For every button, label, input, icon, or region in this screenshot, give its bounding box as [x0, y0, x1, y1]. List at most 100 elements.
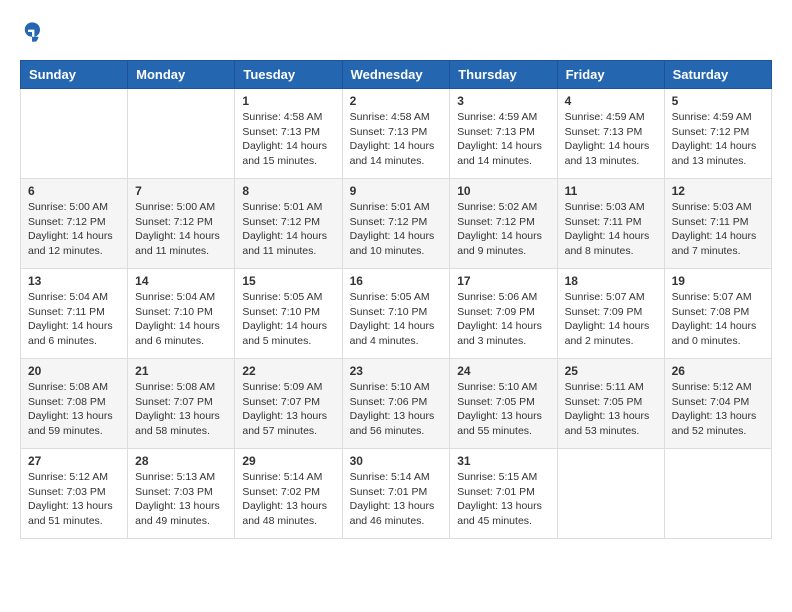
calendar-cell: 20 Sunrise: 5:08 AM Sunset: 7:08 PM Dayli… — [21, 359, 128, 449]
calendar-cell: 24Sunrise: 5:10 AM Sunset: 7:05 PM Dayli… — [450, 359, 557, 449]
calendar-cell — [664, 449, 771, 539]
cell-content: Sunrise: 5:14 AM Sunset: 7:01 PM Dayligh… — [350, 470, 443, 529]
week-row-4: 20 Sunrise: 5:08 AM Sunset: 7:08 PM Dayli… — [21, 359, 772, 449]
day-header-sunday: Sunday — [21, 61, 128, 89]
day-number: 18 — [565, 274, 657, 288]
calendar-cell: 18 Sunrise: 5:07 AM Sunset: 7:09 PM Dayli… — [557, 269, 664, 359]
cell-content: Sunrise: 5:00 AM Sunset: 7:12 PM Dayligh… — [28, 200, 120, 259]
day-number: 13 — [28, 274, 120, 288]
cell-content: Sunrise: 5:09 AM Sunset: 7:07 PM Dayligh… — [242, 380, 334, 439]
calendar-header: SundayMondayTuesdayWednesdayThursdayFrid… — [21, 61, 772, 89]
cell-content: Sunrise: 5:04 AM Sunset: 7:11 PM Dayligh… — [28, 290, 120, 349]
day-number: 11 — [565, 184, 657, 198]
calendar-cell: 5 Sunrise: 4:59 AM Sunset: 7:12 PM Daylig… — [664, 89, 771, 179]
calendar-cell: 10 Sunrise: 5:02 AM Sunset: 7:12 PM Dayli… — [450, 179, 557, 269]
cell-content: Sunrise: 5:05 AM Sunset: 7:10 PM Dayligh… — [242, 290, 334, 349]
day-number: 21 — [135, 364, 227, 378]
day-number: 28 — [135, 454, 227, 468]
day-number: 9 — [350, 184, 443, 198]
day-number: 29 — [242, 454, 334, 468]
calendar-cell: 30 Sunrise: 5:14 AM Sunset: 7:01 PM Dayli… — [342, 449, 450, 539]
calendar-cell: 27Sunrise: 5:12 AM Sunset: 7:03 PM Dayli… — [21, 449, 128, 539]
week-row-1: 1 Sunrise: 4:58 AM Sunset: 7:13 PM Daylig… — [21, 89, 772, 179]
day-number: 16 — [350, 274, 443, 288]
cell-content: Sunrise: 5:12 AM Sunset: 7:03 PM Dayligh… — [28, 470, 120, 529]
calendar-cell: 7Sunrise: 5:00 AM Sunset: 7:12 PM Daylig… — [128, 179, 235, 269]
calendar-cell: 8 Sunrise: 5:01 AM Sunset: 7:12 PM Daylig… — [235, 179, 342, 269]
cell-content: Sunrise: 4:59 AM Sunset: 7:12 PM Dayligh… — [672, 110, 764, 169]
cell-content: Sunrise: 5:02 AM Sunset: 7:12 PM Dayligh… — [457, 200, 549, 259]
calendar-cell: 19 Sunrise: 5:07 AM Sunset: 7:08 PM Dayli… — [664, 269, 771, 359]
logo-icon — [20, 20, 44, 44]
cell-content: Sunrise: 5:08 AM Sunset: 7:07 PM Dayligh… — [135, 380, 227, 439]
calendar-cell — [128, 89, 235, 179]
day-number: 22 — [242, 364, 334, 378]
cell-content: Sunrise: 5:14 AM Sunset: 7:02 PM Dayligh… — [242, 470, 334, 529]
calendar-cell: 14 Sunrise: 5:04 AM Sunset: 7:10 PM Dayli… — [128, 269, 235, 359]
day-number: 23 — [350, 364, 443, 378]
cell-content: Sunrise: 5:13 AM Sunset: 7:03 PM Dayligh… — [135, 470, 227, 529]
calendar-cell: 17 Sunrise: 5:06 AM Sunset: 7:09 PM Dayli… — [450, 269, 557, 359]
calendar-cell: 1 Sunrise: 4:58 AM Sunset: 7:13 PM Daylig… — [235, 89, 342, 179]
day-number: 30 — [350, 454, 443, 468]
calendar-cell: 21 Sunrise: 5:08 AM Sunset: 7:07 PM Dayli… — [128, 359, 235, 449]
calendar-cell: 3 Sunrise: 4:59 AM Sunset: 7:13 PM Daylig… — [450, 89, 557, 179]
day-number: 20 — [28, 364, 120, 378]
calendar-cell: 23 Sunrise: 5:10 AM Sunset: 7:06 PM Dayli… — [342, 359, 450, 449]
cell-content: Sunrise: 5:06 AM Sunset: 7:09 PM Dayligh… — [457, 290, 549, 349]
calendar-cell: 16 Sunrise: 5:05 AM Sunset: 7:10 PM Dayli… — [342, 269, 450, 359]
page-header — [20, 20, 772, 44]
calendar-cell: 28 Sunrise: 5:13 AM Sunset: 7:03 PM Dayli… — [128, 449, 235, 539]
day-number: 1 — [242, 94, 334, 108]
day-number: 19 — [672, 274, 764, 288]
cell-content: Sunrise: 5:07 AM Sunset: 7:08 PM Dayligh… — [672, 290, 764, 349]
day-header-tuesday: Tuesday — [235, 61, 342, 89]
calendar-cell: 31 Sunrise: 5:15 AM Sunset: 7:01 PM Dayli… — [450, 449, 557, 539]
calendar-table: SundayMondayTuesdayWednesdayThursdayFrid… — [20, 60, 772, 539]
day-number: 6 — [28, 184, 120, 198]
cell-content: Sunrise: 5:11 AM Sunset: 7:05 PM Dayligh… — [565, 380, 657, 439]
calendar-cell: 26Sunrise: 5:12 AM Sunset: 7:04 PM Dayli… — [664, 359, 771, 449]
cell-content: Sunrise: 5:10 AM Sunset: 7:06 PM Dayligh… — [350, 380, 443, 439]
day-number: 26 — [672, 364, 764, 378]
day-number: 31 — [457, 454, 549, 468]
day-number: 5 — [672, 94, 764, 108]
day-number: 12 — [672, 184, 764, 198]
calendar-cell: 11 Sunrise: 5:03 AM Sunset: 7:11 PM Dayli… — [557, 179, 664, 269]
calendar-cell: 4Sunrise: 4:59 AM Sunset: 7:13 PM Daylig… — [557, 89, 664, 179]
cell-content: Sunrise: 5:05 AM Sunset: 7:10 PM Dayligh… — [350, 290, 443, 349]
cell-content: Sunrise: 5:03 AM Sunset: 7:11 PM Dayligh… — [672, 200, 764, 259]
cell-content: Sunrise: 5:04 AM Sunset: 7:10 PM Dayligh… — [135, 290, 227, 349]
cell-content: Sunrise: 4:58 AM Sunset: 7:13 PM Dayligh… — [350, 110, 443, 169]
day-number: 17 — [457, 274, 549, 288]
day-number: 10 — [457, 184, 549, 198]
day-header-monday: Monday — [128, 61, 235, 89]
day-number: 14 — [135, 274, 227, 288]
calendar-cell: 22 Sunrise: 5:09 AM Sunset: 7:07 PM Dayli… — [235, 359, 342, 449]
day-header-thursday: Thursday — [450, 61, 557, 89]
day-number: 24 — [457, 364, 549, 378]
cell-content: Sunrise: 4:58 AM Sunset: 7:13 PM Dayligh… — [242, 110, 334, 169]
header-row: SundayMondayTuesdayWednesdayThursdayFrid… — [21, 61, 772, 89]
logo — [20, 20, 48, 44]
cell-content: Sunrise: 5:01 AM Sunset: 7:12 PM Dayligh… — [350, 200, 443, 259]
day-number: 8 — [242, 184, 334, 198]
calendar-cell: 12 Sunrise: 5:03 AM Sunset: 7:11 PM Dayli… — [664, 179, 771, 269]
calendar-cell: 6 Sunrise: 5:00 AM Sunset: 7:12 PM Daylig… — [21, 179, 128, 269]
week-row-2: 6 Sunrise: 5:00 AM Sunset: 7:12 PM Daylig… — [21, 179, 772, 269]
calendar-cell: 9 Sunrise: 5:01 AM Sunset: 7:12 PM Daylig… — [342, 179, 450, 269]
cell-content: Sunrise: 4:59 AM Sunset: 7:13 PM Dayligh… — [565, 110, 657, 169]
day-number: 2 — [350, 94, 443, 108]
calendar-body: 1 Sunrise: 4:58 AM Sunset: 7:13 PM Daylig… — [21, 89, 772, 539]
cell-content: Sunrise: 5:03 AM Sunset: 7:11 PM Dayligh… — [565, 200, 657, 259]
cell-content: Sunrise: 5:01 AM Sunset: 7:12 PM Dayligh… — [242, 200, 334, 259]
cell-content: Sunrise: 5:00 AM Sunset: 7:12 PM Dayligh… — [135, 200, 227, 259]
calendar-cell: 29 Sunrise: 5:14 AM Sunset: 7:02 PM Dayli… — [235, 449, 342, 539]
cell-content: Sunrise: 5:15 AM Sunset: 7:01 PM Dayligh… — [457, 470, 549, 529]
day-number: 3 — [457, 94, 549, 108]
week-row-5: 27Sunrise: 5:12 AM Sunset: 7:03 PM Dayli… — [21, 449, 772, 539]
cell-content: Sunrise: 4:59 AM Sunset: 7:13 PM Dayligh… — [457, 110, 549, 169]
cell-content: Sunrise: 5:07 AM Sunset: 7:09 PM Dayligh… — [565, 290, 657, 349]
calendar-cell: 15Sunrise: 5:05 AM Sunset: 7:10 PM Dayli… — [235, 269, 342, 359]
cell-content: Sunrise: 5:08 AM Sunset: 7:08 PM Dayligh… — [28, 380, 120, 439]
